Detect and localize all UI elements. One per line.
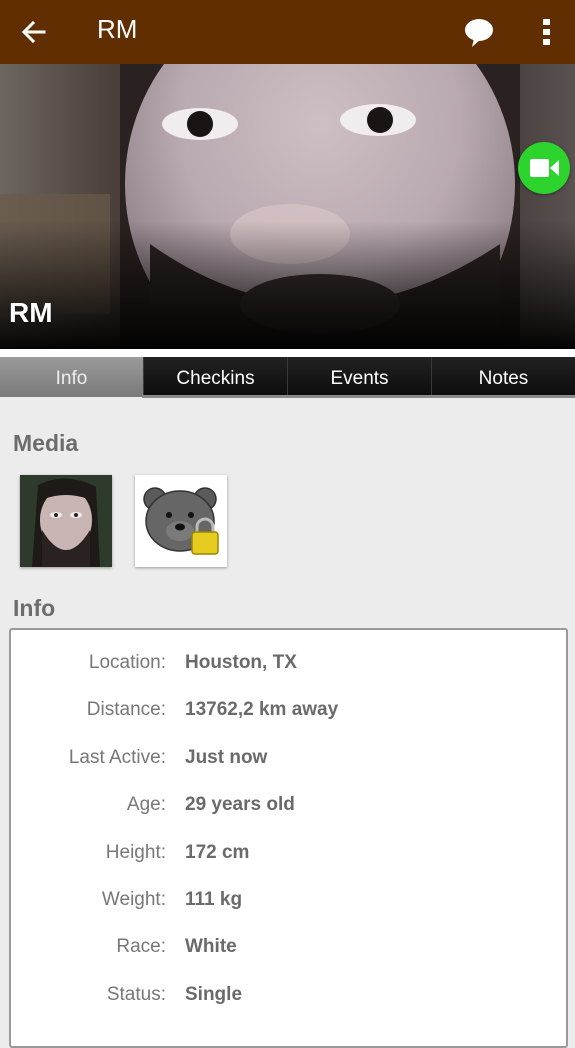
info-label: Race: xyxy=(116,936,166,957)
info-label: Height: xyxy=(105,842,166,863)
info-value: Single xyxy=(185,984,243,1005)
back-button[interactable] xyxy=(18,16,50,48)
info-value: 111 kg xyxy=(185,889,243,910)
app-bar-title: RM xyxy=(97,14,138,44)
profile-photo-thumbnail xyxy=(20,475,112,567)
tab-checkins[interactable]: Checkins xyxy=(143,357,287,397)
overflow-menu-button[interactable] xyxy=(536,16,558,48)
video-call-button[interactable] xyxy=(518,142,570,194)
info-row-age: Age: 29 years old xyxy=(11,794,566,824)
tab-notes[interactable]: Notes xyxy=(431,357,575,397)
info-row-distance: Distance: 13762,2 km away xyxy=(11,699,566,729)
info-label: Status: xyxy=(106,984,166,1005)
info-row-location: Location: Houston, TX xyxy=(11,652,566,682)
bear-lock-icon xyxy=(135,475,227,567)
media-thumbnail-photo[interactable] xyxy=(20,475,112,567)
tab-bar: Info Checkins Events Notes xyxy=(0,357,575,397)
info-value: 172 cm xyxy=(185,842,250,863)
media-thumbnail-locked[interactable] xyxy=(135,475,227,567)
profile-photo-image xyxy=(0,64,575,349)
profile-name: RM xyxy=(9,297,53,328)
info-row-race: Race: White xyxy=(11,936,566,966)
info-row-status: Status: Single xyxy=(11,984,566,1014)
info-value: White xyxy=(185,936,237,957)
info-label: Weight: xyxy=(101,889,166,910)
info-value: 29 years old xyxy=(185,794,295,815)
chat-bubble-icon xyxy=(465,19,493,47)
info-label: Last Active: xyxy=(68,747,166,768)
info-row-height: Height: 172 cm xyxy=(11,842,566,872)
profile-photo[interactable]: RM xyxy=(0,64,575,349)
info-card: Location: Houston, TX Distance: 13762,2 … xyxy=(9,628,568,1048)
info-value: Just now xyxy=(185,747,268,768)
app-bar: RM xyxy=(0,0,575,64)
info-label: Location: xyxy=(88,652,166,673)
tab-info[interactable]: Info xyxy=(0,357,143,397)
info-value: Houston, TX xyxy=(185,652,297,673)
info-label: Age: xyxy=(126,794,166,815)
media-section-title: Media xyxy=(13,430,79,456)
info-value: 13762,2 km away xyxy=(185,699,339,720)
media-gallery xyxy=(20,475,227,567)
info-row-last-active: Last Active: Just now xyxy=(11,747,566,777)
tab-events[interactable]: Events xyxy=(287,357,431,397)
tab-bar-underline xyxy=(142,395,575,398)
divider xyxy=(0,349,575,357)
arrow-left-icon xyxy=(21,20,46,44)
info-row-weight: Weight: 111 kg xyxy=(11,889,566,919)
video-camera-icon xyxy=(530,159,559,177)
info-label: Distance: xyxy=(86,699,166,720)
chat-button[interactable] xyxy=(462,16,496,50)
info-section-title: Info xyxy=(13,595,56,621)
more-vertical-icon xyxy=(543,19,550,45)
